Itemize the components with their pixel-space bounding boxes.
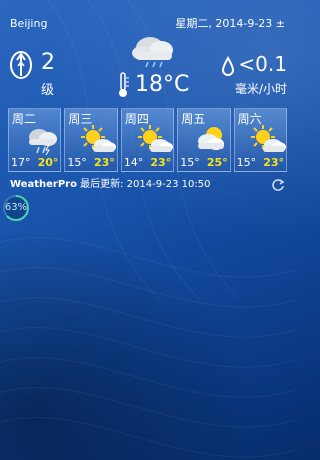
- current-weather: 18°C: [110, 28, 210, 102]
- refresh-icon[interactable]: [271, 178, 285, 192]
- partly-sunny-icon: [250, 125, 286, 152]
- rain-info: <0.1 毫米/小时: [217, 52, 287, 100]
- low-temp: 17°: [11, 156, 31, 169]
- brand-label[interactable]: WeatherPro: [10, 179, 77, 190]
- high-temp: 23°: [263, 156, 285, 169]
- forecast-day[interactable]: 周四 14° 23°: [120, 108, 175, 172]
- current-temperature: 18°C: [135, 72, 190, 97]
- low-temp: 15°: [180, 156, 200, 169]
- raindrop-icon: [221, 56, 235, 76]
- high-temp: 20°: [37, 156, 59, 169]
- battery-indicator[interactable]: 63%: [2, 194, 30, 222]
- forecast-day[interactable]: 周五 15° 25°: [177, 108, 231, 172]
- cloud-rain-icon: [132, 37, 173, 68]
- high-temp: 23°: [150, 156, 172, 169]
- wind-level: 2: [41, 50, 55, 75]
- low-temp: 14°: [123, 156, 144, 169]
- battery-percent: 63%: [4, 202, 28, 213]
- high-temp: 25°: [206, 156, 228, 169]
- wind-unit: 级: [41, 83, 55, 98]
- forecast-day[interactable]: 周三 15° 23°: [64, 108, 118, 172]
- footer: WeatherPro 最后更新: 2014-9-23 10:50: [10, 178, 285, 192]
- rain-unit: 毫米/小时: [234, 82, 287, 96]
- low-temp: 15°: [236, 156, 257, 169]
- partly-sunny-icon: [81, 125, 117, 152]
- rain-amount: <0.1: [238, 52, 287, 76]
- sun-cloud-icon: [198, 127, 225, 150]
- forecast-strip: 周二 17° 20° 周三 15° 23° 周四 14° 23° 周五 15° …: [8, 108, 288, 172]
- wind-info: 2 级: [8, 46, 78, 100]
- cloud-rain-icon: [29, 129, 57, 155]
- low-temp: 15°: [67, 156, 87, 169]
- last-updated: 最后更新: 2014-9-23 10:50: [76, 179, 211, 190]
- wind-icon: [10, 51, 32, 79]
- high-temp: 23°: [94, 156, 115, 169]
- forecast-day[interactable]: 周二 17° 20°: [8, 108, 62, 172]
- thermometer-icon: [119, 72, 129, 97]
- forecast-day[interactable]: 周六 15° 23°: [233, 108, 288, 172]
- partly-sunny-icon: [137, 125, 173, 152]
- city-name[interactable]: Beijing: [10, 16, 47, 32]
